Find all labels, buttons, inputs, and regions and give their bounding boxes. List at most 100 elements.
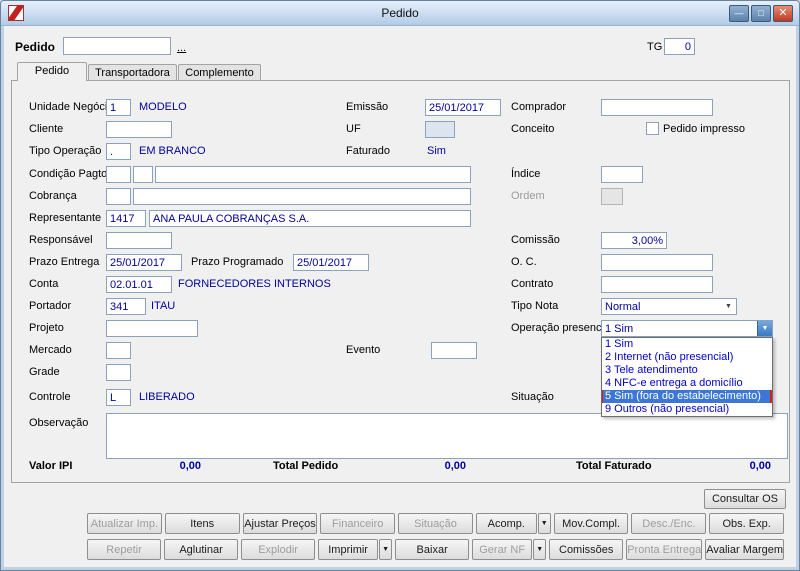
prazo-entrega-input[interactable]: [106, 254, 182, 271]
uf-label: UF: [346, 123, 361, 135]
prazo-programado-label: Prazo Programado: [191, 256, 284, 268]
faturado-value: Sim: [427, 145, 446, 157]
total-faturado-label: Total Faturado: [576, 460, 652, 472]
condicao-pagto-code-input[interactable]: [106, 166, 131, 183]
valor-ipi-label: Valor IPI: [29, 460, 73, 472]
portador-desc: ITAU: [151, 300, 176, 312]
pedido-header-label: Pedido: [15, 40, 56, 54]
pedido-impresso-checkbox[interactable]: [646, 122, 659, 135]
comissao-input[interactable]: [601, 232, 667, 249]
tab-complemento[interactable]: Complemento: [178, 64, 261, 80]
mercado-label: Mercado: [29, 344, 72, 356]
unidade-negocio-label: Unidade Negócio: [29, 101, 114, 113]
ordem-input: [601, 188, 623, 205]
tipo-operacao-code-input[interactable]: [106, 143, 131, 160]
obs-exp-button[interactable]: Obs. Exp.: [709, 513, 785, 534]
indice-input[interactable]: [601, 166, 643, 183]
observacao-textarea[interactable]: [106, 413, 788, 459]
tab-pedido[interactable]: Pedido: [17, 62, 87, 81]
observacao-label: Observação: [29, 417, 89, 429]
dropdown-option-2-internet[interactable]: 2 Internet (não presencial): [602, 351, 772, 364]
dropdown-option-1-sim[interactable]: 1 Sim: [602, 338, 772, 351]
dropdown-option-5-fora-estabelecimento[interactable]: 5 Sim (fora do estabelecimento): [602, 390, 772, 403]
aglutinar-button[interactable]: Aglutinar: [164, 539, 239, 560]
oc-input[interactable]: [601, 254, 713, 271]
conta-code-input[interactable]: [106, 276, 172, 293]
minimize-icon[interactable]: —: [729, 5, 749, 22]
cobranca-label: Cobrança: [29, 190, 77, 202]
pronta-entrega-button[interactable]: Pronta Entrega: [626, 539, 703, 560]
tipo-nota-combobox[interactable]: Normal ▼: [601, 298, 737, 315]
itens-button[interactable]: Itens: [164, 513, 240, 534]
pedido-number-input[interactable]: [63, 37, 171, 55]
dropdown-option-3-tele-atendimento[interactable]: 3 Tele atendimento: [602, 364, 772, 377]
cobranca-code-input[interactable]: [106, 188, 131, 205]
cobranca-desc-input[interactable]: [133, 188, 471, 205]
explodir-button[interactable]: Explodir: [241, 539, 316, 560]
imprimir-button[interactable]: Imprimir: [318, 539, 379, 560]
comprador-label: Comprador: [511, 101, 567, 113]
contrato-input[interactable]: [601, 276, 713, 293]
button-row-2: Repetir Aglutinar Explodir Imprimir ▼ Ba…: [87, 539, 785, 560]
chevron-down-icon[interactable]: ▼: [721, 299, 736, 314]
tg-input[interactable]: [664, 38, 695, 55]
oc-label: O. C.: [511, 256, 537, 268]
baixar-button[interactable]: Baixar: [395, 539, 470, 560]
repetir-button[interactable]: Repetir: [87, 539, 162, 560]
situacao-button[interactable]: Situação: [398, 513, 473, 534]
grade-input[interactable]: [106, 364, 131, 381]
gerar-nf-dropdown-arrow-icon[interactable]: ▼: [533, 539, 547, 560]
pedido-impresso-label: Pedido impresso: [663, 123, 745, 135]
uf-input[interactable]: [425, 121, 455, 138]
indice-label: Índice: [511, 168, 541, 180]
projeto-label: Projeto: [29, 322, 64, 334]
pedido-lookup-button[interactable]: ...: [177, 42, 186, 54]
dropdown-option-4-nfce-domicilio[interactable]: 4 NFC-e entrega a domicílio: [602, 377, 772, 390]
responsavel-label: Responsável: [29, 234, 93, 246]
maximize-icon[interactable]: □: [751, 5, 771, 22]
avaliar-margem-button[interactable]: Avaliar Margem: [705, 539, 785, 560]
comissao-label: Comissão: [511, 234, 560, 246]
comissoes-button[interactable]: Comissões: [549, 539, 624, 560]
evento-input[interactable]: [431, 342, 477, 359]
gerar-nf-button[interactable]: Gerar NF: [472, 539, 533, 560]
condicao-pagto-code2-input[interactable]: [133, 166, 153, 183]
representante-code-input[interactable]: [106, 210, 146, 227]
ajustar-precos-button[interactable]: Ajustar Preços: [242, 513, 318, 534]
chevron-down-icon[interactable]: ▼: [757, 321, 772, 336]
tab-transportadora[interactable]: Transportadora: [88, 64, 177, 80]
prazo-programado-input[interactable]: [293, 254, 369, 271]
conceito-label: Conceito: [511, 123, 555, 135]
operacao-presencial-combobox[interactable]: 1 Sim ▼: [601, 320, 773, 337]
imprimir-dropdown-arrow-icon[interactable]: ▼: [379, 539, 393, 560]
emissao-label: Emissão: [346, 101, 389, 113]
controle-code-input[interactable]: [106, 389, 131, 406]
condicao-pagto-desc-input[interactable]: [155, 166, 471, 183]
unidade-negocio-code-input[interactable]: [106, 99, 131, 116]
total-faturado-value: 0,00: [749, 460, 771, 472]
acomp-button[interactable]: Acomp.: [475, 513, 537, 534]
representante-desc-input[interactable]: [149, 210, 471, 227]
mov-compl-button[interactable]: Mov.Compl.: [553, 513, 629, 534]
close-icon[interactable]: ✕: [773, 5, 793, 22]
atualizar-imp-button[interactable]: Atualizar Imp.: [87, 513, 162, 534]
financeiro-button[interactable]: Financeiro: [320, 513, 396, 534]
responsavel-input[interactable]: [106, 232, 172, 249]
emissao-input[interactable]: [425, 99, 501, 116]
titlebar[interactable]: Pedido — □ ✕: [1, 1, 799, 26]
acomp-dropdown-arrow-icon[interactable]: ▼: [537, 513, 551, 534]
desc-enc-button[interactable]: Desc./Enc.: [631, 513, 707, 534]
projeto-input[interactable]: [106, 320, 198, 337]
operacao-presencial-dropdown-list: 1 Sim 2 Internet (não presencial) 3 Tele…: [601, 337, 773, 417]
tg-label: TG: [647, 41, 663, 53]
unidade-negocio-desc: MODELO: [139, 101, 187, 113]
dropdown-option-9-outros[interactable]: 9 Outros (não presencial): [602, 403, 772, 416]
portador-code-input[interactable]: [106, 298, 146, 315]
faturado-label: Faturado: [346, 145, 391, 157]
comprador-input[interactable]: [601, 99, 713, 116]
controle-label: Controle: [29, 391, 71, 403]
representante-label: Representante: [29, 212, 102, 224]
mercado-input[interactable]: [106, 342, 131, 359]
cliente-input[interactable]: [106, 121, 172, 138]
consultar-os-button[interactable]: Consultar OS: [704, 489, 786, 509]
